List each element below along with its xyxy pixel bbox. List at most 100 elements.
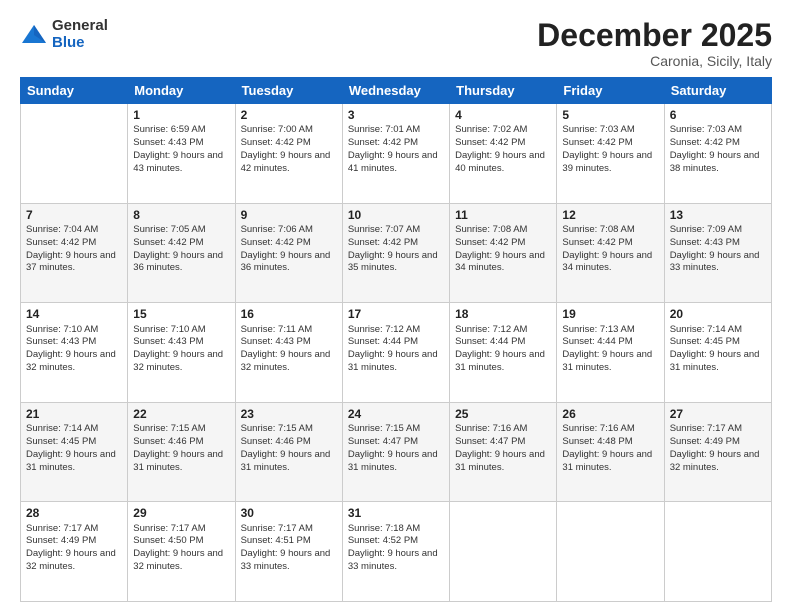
cell-content: 13Sunrise: 7:09 AMSunset: 4:43 PMDayligh… [670, 207, 766, 275]
calendar-cell: 18Sunrise: 7:12 AMSunset: 4:44 PMDayligh… [450, 303, 557, 403]
calendar-cell: 31Sunrise: 7:18 AMSunset: 4:52 PMDayligh… [342, 502, 449, 602]
sunset-text: Sunset: 4:43 PM [133, 137, 203, 148]
cell-content: 15Sunrise: 7:10 AMSunset: 4:43 PMDayligh… [133, 306, 229, 374]
sunset-text: Sunset: 4:44 PM [562, 336, 632, 347]
calendar-week-3: 14Sunrise: 7:10 AMSunset: 4:43 PMDayligh… [21, 303, 772, 403]
calendar-cell: 17Sunrise: 7:12 AMSunset: 4:44 PMDayligh… [342, 303, 449, 403]
calendar-cell: 16Sunrise: 7:11 AMSunset: 4:43 PMDayligh… [235, 303, 342, 403]
cell-content: 6Sunrise: 7:03 AMSunset: 4:42 PMDaylight… [670, 107, 766, 175]
sunrise-text: Sunrise: 7:12 AM [348, 324, 420, 335]
sunrise-text: Sunrise: 7:15 AM [241, 423, 313, 434]
cell-content: 29Sunrise: 7:17 AMSunset: 4:50 PMDayligh… [133, 505, 229, 573]
day-number: 6 [670, 107, 766, 123]
sunrise-text: Sunrise: 7:17 AM [241, 523, 313, 534]
day-number: 12 [562, 207, 658, 223]
calendar-week-5: 28Sunrise: 7:17 AMSunset: 4:49 PMDayligh… [21, 502, 772, 602]
calendar-cell: 13Sunrise: 7:09 AMSunset: 4:43 PMDayligh… [664, 203, 771, 303]
calendar-cell: 11Sunrise: 7:08 AMSunset: 4:42 PMDayligh… [450, 203, 557, 303]
day-number: 29 [133, 505, 229, 521]
daylight-text: Daylight: 9 hours and 32 minutes. [26, 349, 116, 373]
calendar-header: SundayMondayTuesdayWednesdayThursdayFrid… [21, 78, 772, 104]
calendar-cell: 2Sunrise: 7:00 AMSunset: 4:42 PMDaylight… [235, 104, 342, 204]
calendar-cell: 22Sunrise: 7:15 AMSunset: 4:46 PMDayligh… [128, 402, 235, 502]
sunrise-text: Sunrise: 6:59 AM [133, 124, 205, 135]
day-number: 23 [241, 406, 337, 422]
day-number: 15 [133, 306, 229, 322]
calendar-cell: 10Sunrise: 7:07 AMSunset: 4:42 PMDayligh… [342, 203, 449, 303]
cell-content: 3Sunrise: 7:01 AMSunset: 4:42 PMDaylight… [348, 107, 444, 175]
day-number: 16 [241, 306, 337, 322]
day-number: 5 [562, 107, 658, 123]
daylight-text: Daylight: 9 hours and 31 minutes. [562, 449, 652, 473]
sunset-text: Sunset: 4:42 PM [455, 137, 525, 148]
daylight-text: Daylight: 9 hours and 31 minutes. [562, 349, 652, 373]
calendar-cell: 3Sunrise: 7:01 AMSunset: 4:42 PMDaylight… [342, 104, 449, 204]
calendar-cell: 12Sunrise: 7:08 AMSunset: 4:42 PMDayligh… [557, 203, 664, 303]
calendar-body: 1Sunrise: 6:59 AM Sunset: 4:43 PM Daylight… [21, 104, 772, 602]
sunset-text: Sunset: 4:42 PM [670, 137, 740, 148]
weekday-header-thursday: Thursday [450, 78, 557, 104]
sunset-text: Sunset: 4:42 PM [133, 237, 203, 248]
daylight-text: Daylight: 9 hours and 42 minutes. [241, 150, 331, 174]
cell-content: 27Sunrise: 7:17 AMSunset: 4:49 PMDayligh… [670, 406, 766, 474]
day-number: 1 [133, 107, 229, 123]
sunset-text: Sunset: 4:42 PM [348, 137, 418, 148]
calendar-cell: 27Sunrise: 7:17 AMSunset: 4:49 PMDayligh… [664, 402, 771, 502]
cell-content: 21Sunrise: 7:14 AMSunset: 4:45 PMDayligh… [26, 406, 122, 474]
day-number: 2 [241, 107, 337, 123]
sunrise-text: Sunrise: 7:02 AM [455, 124, 527, 135]
cell-content: 30 Sunrise: 7:17 AMSunset: 4:51 PM Dayligh… [241, 505, 337, 573]
daylight-text: Daylight: 9 hours and 31 minutes. [670, 349, 760, 373]
sunset-text: Sunset: 4:46 PM [133, 436, 203, 447]
calendar-cell: 20 Sunrise: 7:14 AMSunset: 4:45 PM Dayligh… [664, 303, 771, 403]
sunrise-text: Sunrise: 7:17 AM [26, 523, 98, 534]
sunset-text: Sunset: 4:43 PM [670, 237, 740, 248]
calendar-week-1: 1Sunrise: 6:59 AM Sunset: 4:43 PM Daylight… [21, 104, 772, 204]
weekday-header-sunday: Sunday [21, 78, 128, 104]
cell-content: 18Sunrise: 7:12 AMSunset: 4:44 PMDayligh… [455, 306, 551, 374]
cell-content: 11Sunrise: 7:08 AMSunset: 4:42 PMDayligh… [455, 207, 551, 275]
weekday-header-saturday: Saturday [664, 78, 771, 104]
sunset-text: Sunset: 4:45 PM [670, 336, 740, 347]
day-number: 3 [348, 107, 444, 123]
sunset-text: Sunset: 4:43 PM [133, 336, 203, 347]
sunset-text: Sunset: 4:51 PM [241, 535, 311, 546]
sunset-text: Sunset: 4:43 PM [241, 336, 311, 347]
sunset-text: Sunset: 4:42 PM [241, 137, 311, 148]
day-number: 22 [133, 406, 229, 422]
daylight-text: Daylight: 9 hours and 33 minutes. [241, 548, 331, 572]
sunrise-text: Sunrise: 7:06 AM [241, 224, 313, 235]
sunrise-text: Sunrise: 7:16 AM [455, 423, 527, 434]
calendar-week-4: 21Sunrise: 7:14 AMSunset: 4:45 PMDayligh… [21, 402, 772, 502]
sunrise-text: Sunrise: 7:04 AM [26, 224, 98, 235]
sunrise-text: Sunrise: 7:15 AM [348, 423, 420, 434]
calendar-week-2: 7Sunrise: 7:04 AMSunset: 4:42 PMDaylight… [21, 203, 772, 303]
cell-content: 1Sunrise: 6:59 AMSunset: 4:43 PMDaylight… [133, 107, 229, 175]
sunrise-text: Sunrise: 7:14 AM [670, 324, 742, 335]
daylight-text: Daylight: 9 hours and 31 minutes. [133, 449, 223, 473]
calendar-cell [664, 502, 771, 602]
day-number: 20 [670, 306, 766, 322]
day-number: 26 [562, 406, 658, 422]
sunset-text: Sunset: 4:46 PM [241, 436, 311, 447]
day-number: 30 [241, 505, 337, 521]
sunset-text: Sunset: 4:50 PM [133, 535, 203, 546]
sunset-text: Sunset: 4:47 PM [455, 436, 525, 447]
cell-content: 2Sunrise: 7:00 AMSunset: 4:42 PMDaylight… [241, 107, 337, 175]
cell-content: 9Sunrise: 7:06 AMSunset: 4:42 PMDaylight… [241, 207, 337, 275]
sunset-text: Sunset: 4:49 PM [26, 535, 96, 546]
calendar-cell: 24Sunrise: 7:15 AMSunset: 4:47 PMDayligh… [342, 402, 449, 502]
cell-content: 7Sunrise: 7:04 AMSunset: 4:42 PMDaylight… [26, 207, 122, 275]
calendar-cell: 25Sunrise: 7:16 AMSunset: 4:47 PMDayligh… [450, 402, 557, 502]
daylight-text: Daylight: 9 hours and 33 minutes. [670, 250, 760, 274]
sunset-text: Sunset: 4:52 PM [348, 535, 418, 546]
calendar-cell: 4Sunrise: 7:02 AMSunset: 4:42 PMDaylight… [450, 104, 557, 204]
calendar-cell: 15Sunrise: 7:10 AMSunset: 4:43 PMDayligh… [128, 303, 235, 403]
calendar-cell: 5Sunrise: 7:03 AMSunset: 4:42 PMDaylight… [557, 104, 664, 204]
weekday-header-friday: Friday [557, 78, 664, 104]
calendar-cell: 23Sunrise: 7:15 AMSunset: 4:46 PMDayligh… [235, 402, 342, 502]
sunrise-text: Sunrise: 7:07 AM [348, 224, 420, 235]
weekday-header-tuesday: Tuesday [235, 78, 342, 104]
calendar-cell: 21Sunrise: 7:14 AMSunset: 4:45 PMDayligh… [21, 402, 128, 502]
calendar-cell: 26Sunrise: 7:16 AMSunset: 4:48 PMDayligh… [557, 402, 664, 502]
